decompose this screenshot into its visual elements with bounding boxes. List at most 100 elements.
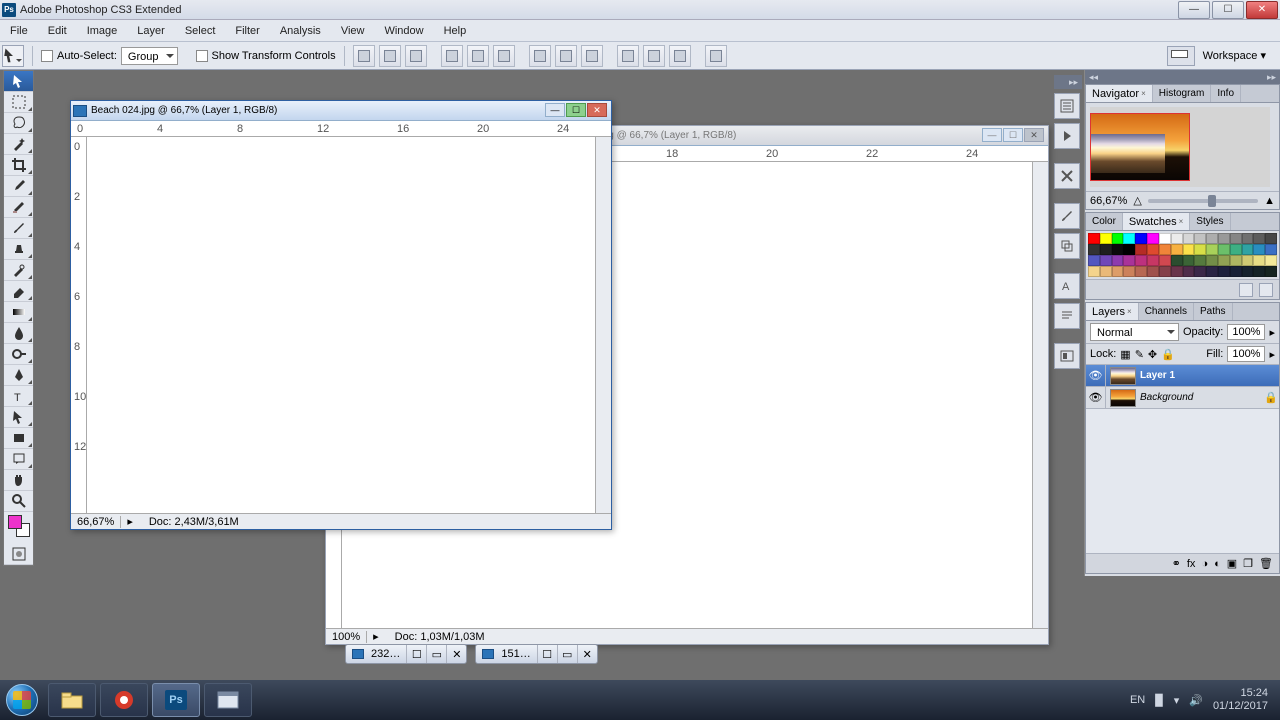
distribute-left-icon[interactable] [617,45,639,67]
fill-value[interactable]: 100% [1227,346,1265,362]
swatch[interactable] [1242,255,1254,266]
swatch[interactable] [1112,244,1124,255]
swatch[interactable] [1135,244,1147,255]
distribute-right-icon[interactable] [669,45,691,67]
dock-collapse-handle[interactable]: ▸▸ [1054,75,1082,89]
delete-layer-icon[interactable]: 🗑 [1259,557,1273,570]
lock-transparency-icon[interactable]: ▦ [1120,348,1130,361]
crop-tool[interactable] [4,155,33,176]
status-icon[interactable]: ▸ [367,630,385,643]
document-titlebar-front[interactable]: Beach 024.jpg @ 66,7% (Layer 1, RGB/8) —… [71,101,611,121]
swatch[interactable] [1265,266,1277,277]
tab-histogram[interactable]: Histogram [1153,85,1212,102]
swatch[interactable] [1147,233,1159,244]
lasso-tool[interactable] [4,113,33,134]
scrollbar-vertical[interactable] [595,137,611,513]
layer-name[interactable]: Background [1140,392,1263,403]
swatch[interactable] [1112,255,1124,266]
align-left-icon[interactable] [441,45,463,67]
maximize-button[interactable]: ☐ [1212,1,1244,19]
swatch[interactable] [1112,233,1124,244]
swatch[interactable] [1135,266,1147,277]
swatch[interactable] [1088,233,1100,244]
swatch[interactable] [1123,244,1135,255]
move-tool[interactable] [4,71,33,92]
zoom-tool[interactable] [4,491,33,512]
tab-styles[interactable]: Styles [1190,213,1230,230]
swatch[interactable] [1265,233,1277,244]
distribute-vcenter-icon[interactable] [555,45,577,67]
healing-brush-tool[interactable] [4,197,33,218]
auto-align-icon[interactable] [705,45,727,67]
align-vcenter-icon[interactable] [379,45,401,67]
menu-file[interactable]: File [0,21,38,41]
menu-layer[interactable]: Layer [127,21,175,41]
scrollbar-vertical[interactable] [1032,162,1048,628]
link-layers-icon[interactable]: ⚭ [1172,557,1181,570]
swatch[interactable] [1100,266,1112,277]
layer-thumbnail[interactable] [1110,389,1136,407]
swatch[interactable] [1171,255,1183,266]
doc-maximize-icon[interactable]: ☐ [1003,128,1023,142]
brushes-panel-icon[interactable] [1054,203,1080,229]
mdi-maximize-icon[interactable]: ▭ [557,645,577,663]
hand-tool[interactable] [4,470,33,491]
zoom-level-front[interactable]: 66,67% [71,516,121,528]
menu-filter[interactable]: Filter [225,21,269,41]
visibility-toggle-icon[interactable]: 👁 [1086,365,1106,386]
screen-mode-icon[interactable] [1167,46,1195,66]
swatch[interactable] [1147,266,1159,277]
history-panel-icon[interactable] [1054,93,1080,119]
layer-mask-icon[interactable]: ◑ [1201,558,1208,570]
blur-tool[interactable] [4,323,33,344]
menu-window[interactable]: Window [374,21,433,41]
swatch[interactable] [1218,233,1230,244]
swatch[interactable] [1123,233,1135,244]
swatch[interactable] [1100,244,1112,255]
align-hcenter-icon[interactable] [467,45,489,67]
pen-tool[interactable] [4,365,33,386]
mdi-restore-icon[interactable]: ☐ [537,645,557,663]
mdi-tab-2[interactable]: 151… ☐ ▭ ✕ [475,644,597,664]
dock-header[interactable]: ◂◂▸▸ [1085,70,1280,84]
mdi-restore-icon[interactable]: ☐ [406,645,426,663]
swatch[interactable] [1088,244,1100,255]
swatch[interactable] [1242,233,1254,244]
close-button[interactable]: ✕ [1246,1,1278,19]
tab-paths[interactable]: Paths [1194,303,1233,320]
notes-tool[interactable] [4,449,33,470]
layer-row-layer1[interactable]: 👁 Layer 1 [1086,365,1279,387]
tab-navigator[interactable]: Navigator× [1086,85,1153,102]
quick-mask-toggle[interactable] [4,544,33,565]
menu-image[interactable]: Image [77,21,128,41]
swatch[interactable] [1242,266,1254,277]
tab-info[interactable]: Info [1211,85,1241,102]
taskbar-app-button[interactable] [100,683,148,717]
mdi-close-icon[interactable]: ✕ [446,645,466,663]
align-top-icon[interactable] [353,45,375,67]
tab-color[interactable]: Color [1086,213,1123,230]
type-tool[interactable]: T [4,386,33,407]
swatch[interactable] [1112,266,1124,277]
tool-preset-picker[interactable] [2,45,24,67]
auto-select-dropdown[interactable]: Group [121,47,178,65]
character-panel-icon[interactable]: A [1054,273,1080,299]
start-button[interactable] [0,682,44,718]
swatch[interactable] [1100,255,1112,266]
swatch[interactable] [1194,233,1206,244]
menu-analysis[interactable]: Analysis [270,21,331,41]
language-indicator[interactable]: EN [1130,694,1145,706]
swatch[interactable] [1230,266,1242,277]
clock[interactable]: 15:24 01/12/2017 [1213,687,1268,713]
clone-source-panel-icon[interactable] [1054,233,1080,259]
menu-help[interactable]: Help [434,21,477,41]
swatch[interactable] [1206,266,1218,277]
layer-row-background[interactable]: 👁 Background 🔒 [1086,387,1279,409]
swatch[interactable] [1230,255,1242,266]
adjustment-layer-icon[interactable]: ◐ [1214,558,1221,570]
swatch[interactable] [1253,266,1265,277]
distribute-top-icon[interactable] [529,45,551,67]
zoom-out-icon[interactable]: △ [1133,194,1141,207]
swatch[interactable] [1253,233,1265,244]
eyedropper-tool[interactable] [4,176,33,197]
